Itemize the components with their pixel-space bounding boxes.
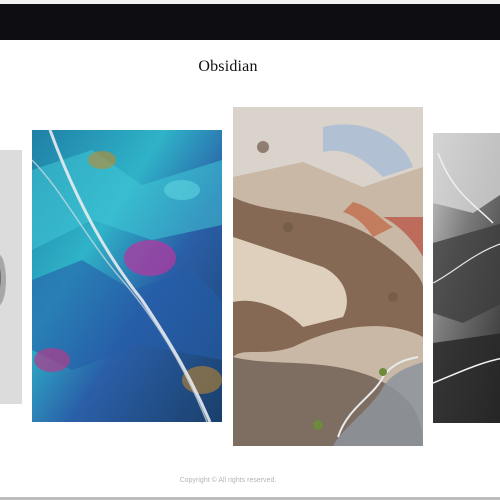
footer-copyright: Copyright © All rights reserved. bbox=[179, 477, 277, 484]
gallery-image-black-ice[interactable] bbox=[433, 133, 500, 423]
aerial-desert-image bbox=[233, 107, 423, 446]
grey-mineral-image bbox=[0, 150, 22, 404]
gallery-image-aerial-desert[interactable] bbox=[233, 107, 423, 446]
black-ice-image bbox=[433, 133, 500, 423]
image-gallery bbox=[0, 0, 500, 500]
gallery-image-grey-mineral[interactable] bbox=[0, 150, 22, 404]
gallery-image-iridescent-ore[interactable] bbox=[32, 130, 222, 422]
iridescent-ore-image bbox=[32, 130, 222, 422]
